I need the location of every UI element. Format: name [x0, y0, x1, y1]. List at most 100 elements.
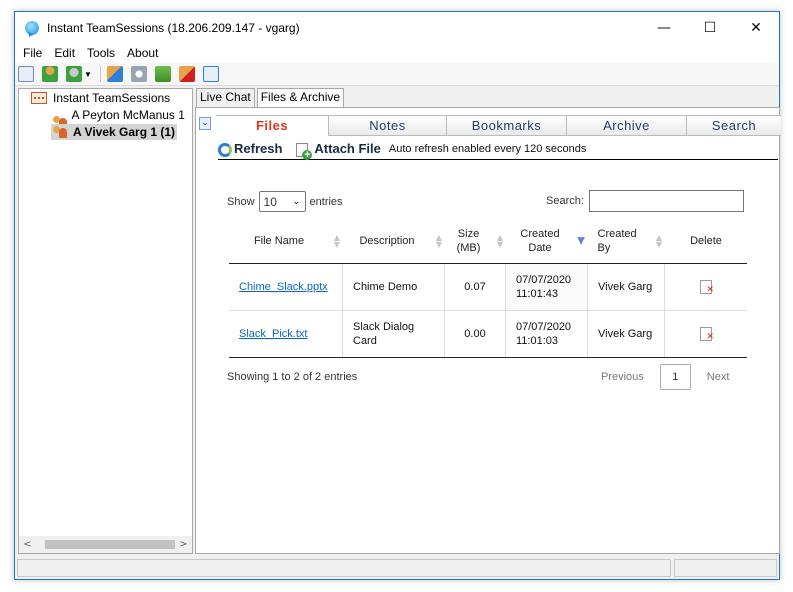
col-created-by[interactable]: Created By ▲ ▼ [588, 218, 665, 263]
tree-item-label: A Vivek Garg 1 (1) [73, 125, 176, 139]
action-bar: Refresh Attach File Auto refresh enabled… [218, 138, 778, 160]
table-row: Slack_Pick.txt Slack Dialog Card 0.00 07… [229, 311, 747, 358]
horizontal-scrollbar[interactable]: < > [19, 536, 192, 553]
subtab-archive[interactable]: Archive [567, 116, 687, 136]
file-link[interactable]: Chime_Slack.pptx [239, 280, 328, 294]
remove-user-icon[interactable] [178, 66, 195, 82]
broadcast-icon[interactable] [130, 66, 147, 82]
table-header: File Name ▲ ▼ Description ▲ ▼ Size (MB) ▲ ▼… [229, 218, 747, 264]
cell-file: Chime_Slack.pptx [229, 264, 343, 310]
cell-description: Slack Dialog Card [343, 311, 445, 357]
col-size[interactable]: Size (MB) ▲ ▼ [445, 218, 506, 263]
chevron-down-icon: ⌄ [292, 196, 301, 207]
cell-description: Chime Demo [343, 264, 445, 310]
dropdown-arrow-icon[interactable]: ▼ [84, 70, 92, 79]
entries-control: Show 10 ⌄ entries [227, 191, 343, 212]
menu-about[interactable]: About [121, 46, 164, 60]
tree-root-label: Instant TeamSessions [53, 91, 171, 105]
status-panel-main [17, 559, 671, 577]
col-label: Description [359, 234, 415, 247]
files-archive-panel: ⌄ Files Notes Bookmarks Archive Search R… [195, 107, 781, 554]
user-icon [53, 125, 68, 139]
window-controls: — ☐ ✕ [641, 12, 779, 43]
cell-size: 0.07 [445, 264, 506, 310]
main-tabs: Live Chat Files & Archive [196, 88, 346, 108]
previous-button[interactable]: Previous [595, 371, 650, 383]
scroll-right-icon[interactable]: > [175, 539, 192, 550]
subtab-bookmarks[interactable]: Bookmarks [447, 116, 567, 136]
pagination: Previous 1 Next [595, 364, 735, 390]
col-description[interactable]: Description ▲ ▼ [343, 218, 445, 263]
menu-edit[interactable]: Edit [48, 46, 81, 60]
files-table: File Name ▲ ▼ Description ▲ ▼ Size (MB) ▲ ▼… [229, 218, 747, 358]
sessions-icon[interactable] [18, 66, 34, 82]
subtab-notes[interactable]: Notes [329, 116, 447, 136]
col-label: Delete [690, 234, 722, 247]
page-1-button[interactable]: 1 [659, 364, 691, 390]
app-window: Instant TeamSessions (18.206.209.147 - v… [14, 11, 781, 580]
menu-file[interactable]: File [17, 46, 48, 60]
tree-root[interactable]: Instant TeamSessions [31, 91, 170, 105]
toolbar: ▼ [15, 63, 779, 86]
scroll-left-icon[interactable]: < [19, 539, 36, 550]
title-bar: Instant TeamSessions (18.206.209.147 - v… [15, 12, 779, 43]
tab-files-archive[interactable]: Files & Archive [256, 88, 345, 108]
session-tree: Instant TeamSessions A Peyton McManus 1 … [18, 88, 193, 554]
created-date-text: 07/07/2020 11:01:03 [516, 321, 572, 347]
cell-size: 0.00 [445, 311, 506, 357]
check-list-icon[interactable] [154, 66, 171, 82]
maximize-button[interactable]: ☐ [687, 12, 733, 43]
window-title: Instant TeamSessions (18.206.209.147 - v… [47, 20, 300, 35]
attach-file-label: Attach File [314, 141, 381, 156]
col-created-date[interactable]: Created Date ▼ [506, 218, 588, 263]
delete-file-icon[interactable] [700, 327, 714, 344]
cell-file: Slack_Pick.txt [229, 311, 343, 357]
refresh-button[interactable]: Refresh [218, 140, 282, 157]
created-date-text: 07/07/2020 11:01:43 [516, 274, 572, 300]
col-label: Created Date [520, 227, 560, 254]
attach-file-button[interactable]: Attach File [290, 140, 381, 160]
scrollbar-thumb[interactable] [45, 540, 175, 549]
minimize-button[interactable]: — [641, 12, 687, 43]
search-input[interactable] [588, 190, 744, 212]
sort-icon: ▲ ▼ [333, 232, 340, 249]
users-icon[interactable] [106, 66, 123, 82]
col-label: Size (MB) [456, 227, 481, 254]
app-chat-icon [25, 20, 39, 35]
col-label: Created By [597, 227, 637, 254]
subtab-search[interactable]: Search [687, 116, 781, 136]
table-row: Chime_Slack.pptx Chime Demo 0.07 07/07/2… [229, 264, 747, 311]
sort-descending-icon: ▼ [577, 235, 585, 246]
status-panel-secondary [674, 559, 777, 577]
subtab-files[interactable]: Files [216, 116, 329, 136]
sub-tabs: Files Notes Bookmarks Archive Search [216, 115, 781, 136]
col-file-name[interactable]: File Name ▲ ▼ [229, 218, 343, 263]
file-link[interactable]: Slack_Pick.txt [239, 327, 307, 341]
cell-delete [665, 264, 747, 310]
table-info: Showing 1 to 2 of 2 entries [227, 371, 358, 383]
cell-created-date: 07/07/2020 11:01:03 [506, 311, 588, 357]
panel-icon[interactable] [202, 66, 219, 82]
cell-delete [665, 311, 747, 357]
status-bar [15, 557, 779, 579]
tree-item-vivek[interactable]: A Vivek Garg 1 (1) [51, 124, 178, 140]
add-user-icon[interactable] [42, 66, 58, 82]
tab-live-chat[interactable]: Live Chat [196, 88, 255, 107]
table-search: Search: [546, 190, 744, 212]
refresh-icon [218, 143, 232, 157]
sort-icon: ▲ ▼ [435, 232, 442, 249]
sessions-root-icon [31, 92, 47, 104]
collapse-double-chevron-icon[interactable]: ⌄ [199, 117, 211, 130]
col-label: File Name [253, 234, 305, 247]
delete-file-icon[interactable] [700, 280, 714, 297]
search-label: Search: [546, 195, 584, 207]
entries-select[interactable]: 10 ⌄ [258, 191, 306, 212]
cell-created-by: Vivek Garg [588, 264, 665, 310]
menu-bar: File Edit Tools About [15, 43, 779, 63]
entries-label: entries [309, 195, 343, 208]
cell-created-by: Vivek Garg [588, 311, 665, 357]
add-contact-icon[interactable] [66, 66, 82, 82]
next-button[interactable]: Next [701, 371, 736, 383]
close-button[interactable]: ✕ [733, 12, 779, 43]
menu-tools[interactable]: Tools [81, 46, 121, 60]
